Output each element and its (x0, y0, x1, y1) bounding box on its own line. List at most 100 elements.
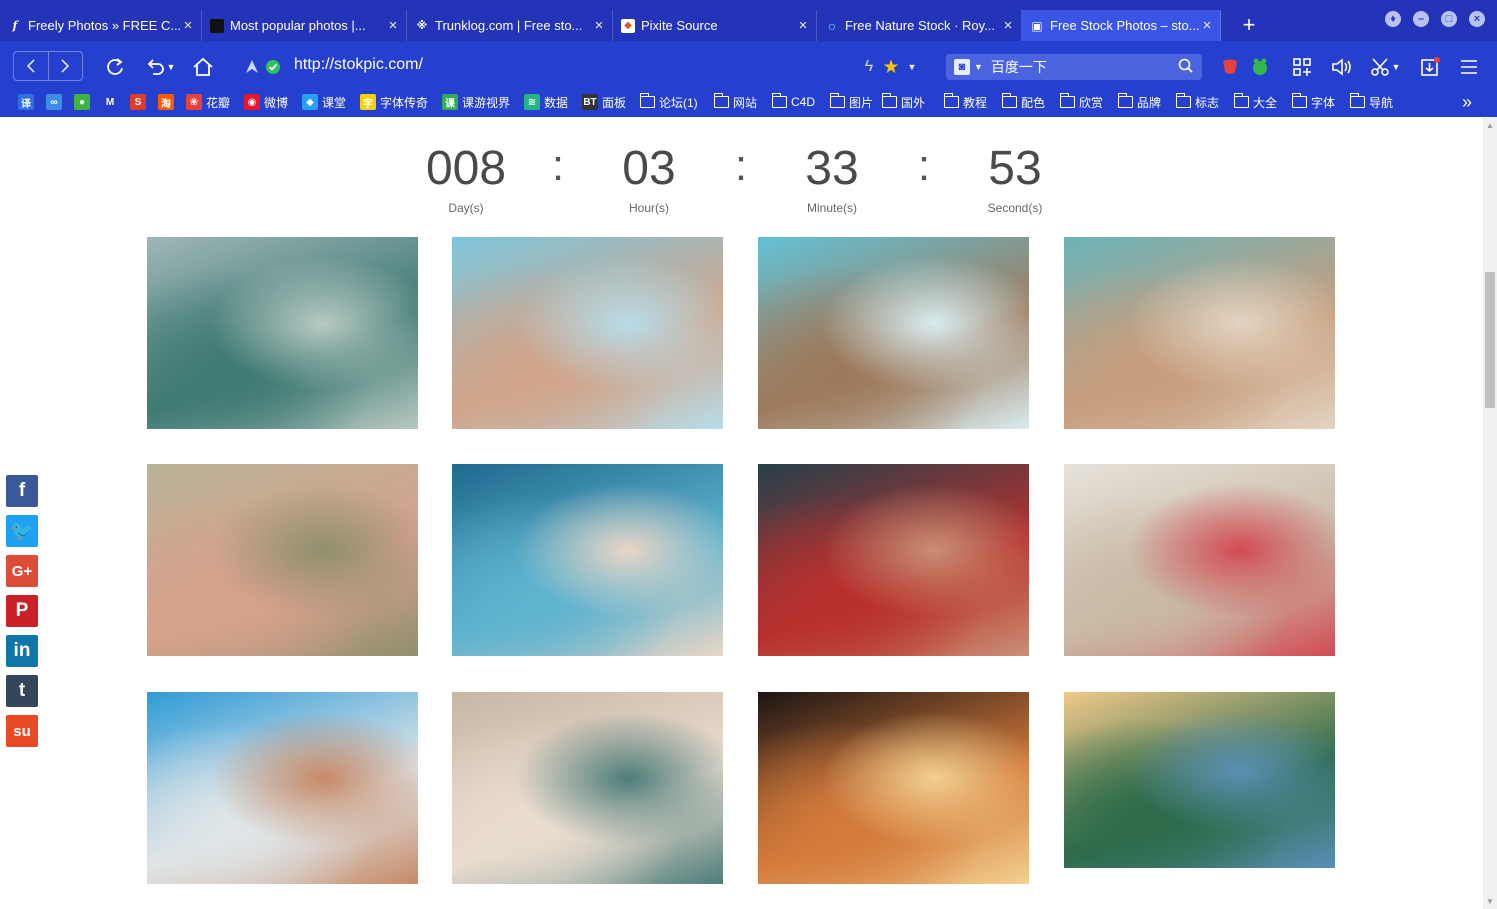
star-icon[interactable]: ★ (880, 53, 902, 81)
photo-wedding-dance[interactable] (452, 692, 723, 884)
bookmark-item[interactable]: ❀ 花瓣 (186, 92, 230, 112)
twitter-icon[interactable]: 🐦 (6, 515, 38, 547)
bookmark-item[interactable]: ∞ (46, 92, 66, 112)
photo-smartwatch[interactable] (147, 692, 418, 884)
photo-strawberries-hands[interactable] (758, 464, 1029, 656)
bookmark-item[interactable]: 配色 (1001, 92, 1045, 112)
scrollbar-thumb[interactable] (1485, 272, 1495, 408)
download-icon[interactable] (1418, 53, 1442, 81)
bookmark-item[interactable]: ◉ 微博 (244, 92, 288, 112)
folder-icon (1001, 93, 1017, 108)
bookmark-icon: BT (582, 94, 598, 110)
bookmark-item[interactable]: 教程 (943, 92, 987, 112)
bookmark-item[interactable]: 大全 (1233, 92, 1277, 112)
bookmark-item[interactable]: BT 面板 (582, 92, 626, 112)
tab-favicon (210, 18, 224, 33)
undo-close-button[interactable]: ▼ (142, 53, 178, 81)
bookmarks-more-icon[interactable]: » (1462, 92, 1472, 112)
photo-confetti-blow[interactable] (147, 464, 418, 656)
tab-5-active[interactable]: ▣ Free Stock Photos – sto... × (1022, 10, 1221, 41)
stumbleupon-icon[interactable]: su (6, 715, 38, 747)
window-close-icon[interactable]: × (1469, 11, 1485, 27)
close-icon[interactable]: × (1200, 17, 1214, 34)
bookmark-item[interactable]: 导航 (1349, 92, 1394, 112)
bookmark-label: 标志 (1195, 95, 1220, 110)
bookmark-item[interactable]: 论坛(1) (639, 92, 698, 112)
tab-2[interactable]: ※ Trunklog.com | Free sto... × (407, 10, 613, 41)
bookmark-item[interactable]: 图片 (829, 92, 873, 112)
new-tab-button[interactable]: + (1233, 12, 1265, 40)
photo-concert-crowd[interactable] (758, 692, 1029, 884)
forward-button[interactable] (49, 52, 83, 80)
photo-bikini-sky[interactable] (452, 237, 723, 429)
volume-icon[interactable] (1330, 53, 1354, 81)
bookmark-item[interactable]: S (130, 92, 150, 112)
search-icon[interactable] (1178, 58, 1194, 77)
bookmark-item[interactable]: 网站 (713, 92, 757, 112)
bookmark-item[interactable]: 译 (18, 92, 38, 112)
pinterest-icon[interactable]: P (6, 595, 38, 627)
scroll-up-icon[interactable]: ▲ (1486, 121, 1494, 130)
skin-icon[interactable]: ♦ (1385, 11, 1401, 27)
tab-0[interactable]: f Freely Photos » FREE C... × (0, 10, 202, 41)
apps-grid-icon[interactable] (1290, 53, 1314, 81)
chevron-right-icon (61, 59, 70, 73)
bookmark-item[interactable]: 国外 (881, 92, 925, 112)
photo-miami-signpost[interactable] (758, 237, 1029, 429)
tab-title: Pixite Source (641, 18, 718, 33)
photo-splashing-water[interactable] (147, 237, 418, 429)
bookmark-label: 导航 (1369, 95, 1394, 110)
extension-red-icon[interactable] (1219, 53, 1241, 81)
bookmark-item[interactable]: 淘 (158, 92, 178, 112)
photo-atlantis-resort[interactable] (1064, 692, 1335, 868)
bookmark-item[interactable]: C4D (771, 92, 815, 112)
security-shield[interactable] (244, 53, 284, 81)
close-icon[interactable]: × (592, 17, 606, 34)
search-input[interactable]: 百度一下 (991, 57, 1047, 77)
bookmark-item[interactable]: 课课游视界 (442, 92, 510, 112)
photo-beach-sand-throw[interactable] (1064, 237, 1335, 429)
tab-4[interactable]: ○ Free Nature Stock · Roy... × (817, 10, 1022, 41)
menu-icon[interactable] (1457, 53, 1481, 81)
bookmark-item[interactable]: M (102, 92, 122, 112)
photo-beach-jump-friends[interactable] (452, 464, 723, 656)
bookmark-item[interactable]: ● (74, 92, 94, 112)
search-engine-icon[interactable]: ◙ (954, 59, 970, 75)
extension-green-icon[interactable] (1249, 53, 1271, 81)
folder-icon (943, 93, 959, 108)
scissors-icon[interactable]: ▼ (1368, 53, 1402, 81)
scrollbar[interactable]: ▲ ▼ (1483, 117, 1497, 909)
close-icon[interactable]: × (796, 17, 810, 34)
folder-icon (713, 93, 729, 108)
bookmark-item[interactable]: 字字体传奇 (360, 92, 428, 112)
bookmark-item[interactable]: ◆ 课堂 (302, 92, 346, 112)
minimize-icon[interactable]: – (1413, 11, 1429, 27)
close-icon[interactable]: × (181, 17, 195, 34)
back-button[interactable] (14, 52, 49, 80)
search-box[interactable]: ◙ ▼ 百度一下 (946, 54, 1202, 80)
tumblr-icon[interactable]: t (6, 675, 38, 707)
lightning-icon[interactable]: ϟ (860, 53, 878, 81)
maximize-icon[interactable]: □ (1441, 11, 1457, 27)
linkedin-icon[interactable]: in (6, 635, 38, 667)
address-bar[interactable]: http://stokpic.com/ (294, 56, 423, 74)
facebook-icon[interactable]: f (6, 475, 38, 507)
bookmark-item[interactable]: 标志 (1175, 92, 1220, 112)
google-plus-icon[interactable]: G+ (6, 555, 38, 587)
caret-down-icon[interactable]: ▼ (905, 53, 919, 81)
bookmark-item[interactable]: 字体 (1291, 92, 1335, 112)
bookmark-icon: S (130, 94, 146, 110)
bookmark-label: 面板 (602, 95, 627, 110)
tab-1[interactable]: Most popular photos |... × (202, 10, 407, 41)
tab-3[interactable]: ◆ Pixite Source × (613, 10, 817, 41)
reload-button[interactable] (104, 53, 126, 81)
close-icon[interactable]: × (1001, 17, 1015, 34)
bookmark-item[interactable]: 品牌 (1117, 92, 1161, 112)
bookmark-icon: ◉ (244, 94, 260, 110)
bookmark-item[interactable]: ≋ 数据 (524, 92, 568, 112)
close-icon[interactable]: × (386, 17, 400, 34)
photo-jumping-on-sand[interactable] (1064, 464, 1335, 656)
scroll-down-icon[interactable]: ▼ (1486, 897, 1494, 906)
home-button[interactable] (190, 53, 216, 81)
bookmark-item[interactable]: 欣赏 (1059, 92, 1103, 112)
